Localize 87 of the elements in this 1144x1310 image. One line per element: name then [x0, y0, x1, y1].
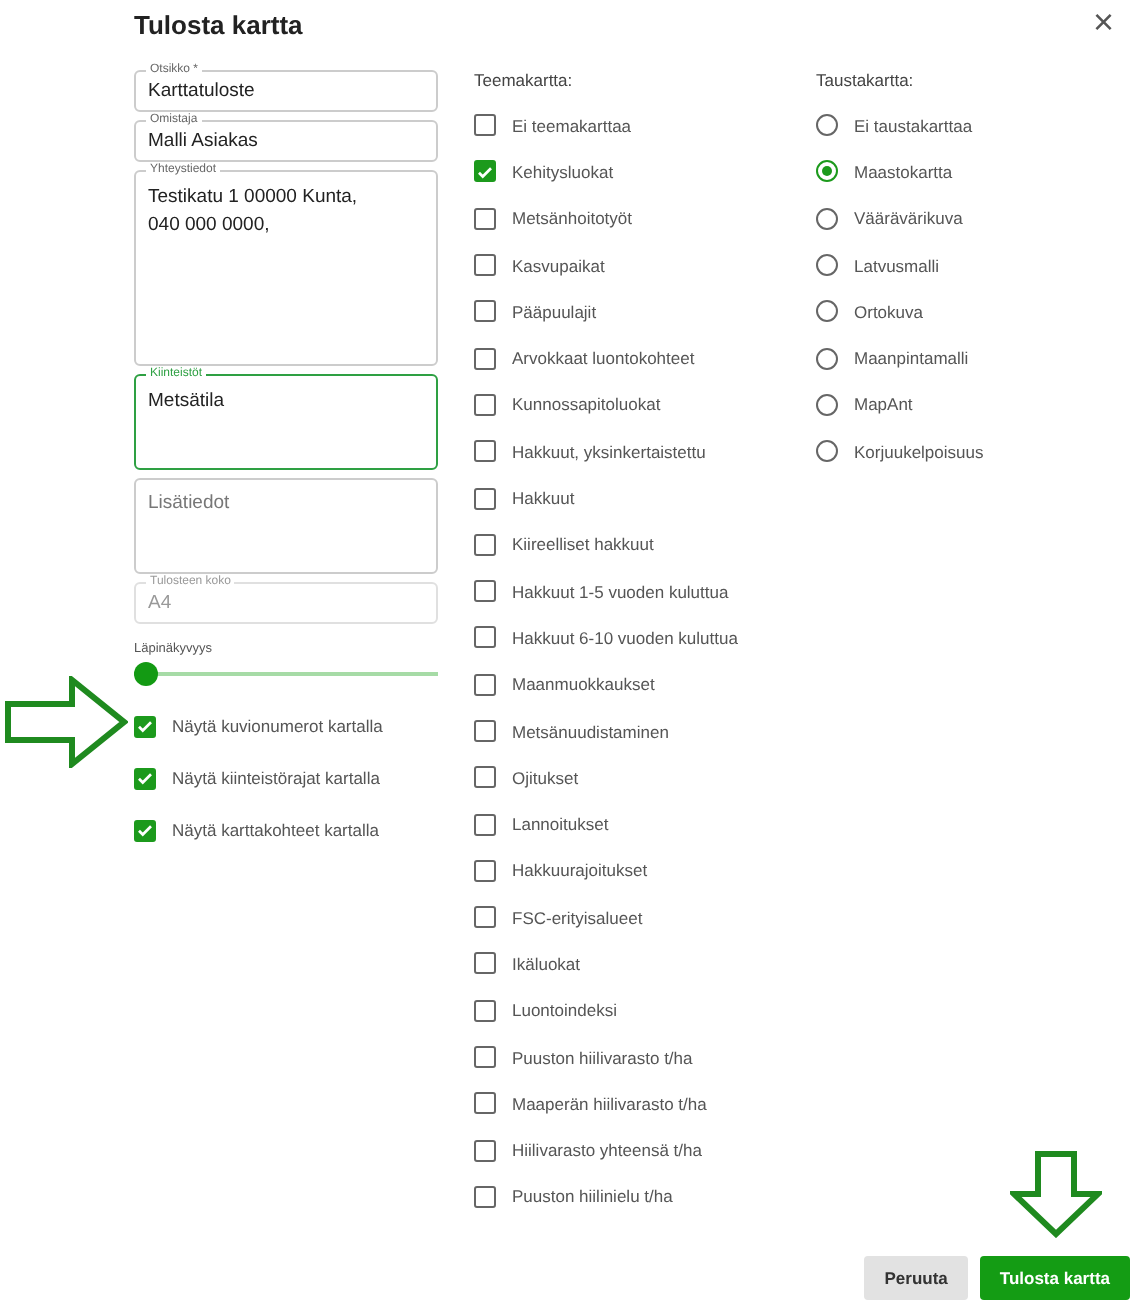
checkbox[interactable] — [134, 715, 156, 737]
checkbox-label: Ikäluokat — [512, 953, 581, 974]
checkbox-label: Kiireelliset hakkuut — [512, 534, 654, 555]
radio-label: Maanpintamalli — [854, 348, 969, 369]
text-field[interactable]: Lisätiedot — [134, 478, 438, 574]
radio-button[interactable] — [816, 160, 838, 183]
checkbox-label: Hakkuut 1-5 vuoden kuluttua — [512, 581, 729, 602]
checkbox[interactable] — [474, 207, 496, 230]
checkbox[interactable] — [474, 487, 496, 510]
checkbox-label: Ojitukset — [512, 767, 579, 788]
checkbox-label: FSC-erityisalueet — [512, 907, 643, 928]
checkbox[interactable] — [474, 1139, 496, 1162]
checkbox-label: Luontoindeksi — [512, 1000, 617, 1021]
field-placeholder: Lisätiedot — [148, 492, 230, 514]
slider[interactable] — [134, 662, 438, 686]
checkbox[interactable] — [474, 300, 496, 323]
radio-label: Ei taustakarttaa — [854, 115, 973, 136]
checkbox-label: Ei teemakarttaa — [512, 115, 632, 136]
checkbox-label: Näytä karttakohteet kartalla — [172, 820, 379, 840]
print-button[interactable]: Tulosta kartta — [979, 1256, 1130, 1300]
checkbox[interactable] — [474, 580, 496, 603]
checkbox-label: Kunnossapitoluokat — [512, 394, 661, 415]
cancel-button[interactable]: Peruuta — [864, 1256, 968, 1300]
slider-thumb[interactable] — [134, 662, 158, 686]
checkbox[interactable] — [474, 626, 496, 649]
checkbox-label: Maaperän hiilivarasto t/ha — [512, 1093, 707, 1114]
checkbox[interactable] — [474, 952, 496, 975]
radio-button[interactable] — [816, 440, 838, 463]
checkbox[interactable] — [474, 440, 496, 463]
radio-label: Maastokartta — [854, 161, 953, 182]
checkbox-label: Hiilivarasto yhteensä t/ha — [512, 1140, 702, 1161]
checkbox-label: Arvokkaat luontokohteet — [512, 348, 695, 369]
checkbox-label: Pääpuulajit — [512, 301, 597, 322]
checkbox[interactable] — [474, 160, 496, 183]
checkbox[interactable] — [474, 254, 496, 277]
section-heading: Teemakartta: — [474, 70, 575, 94]
checkbox[interactable] — [134, 819, 156, 841]
checkbox[interactable] — [474, 906, 496, 929]
field-value: Metsätila — [148, 388, 225, 416]
checkbox-label: Hakkuut — [512, 488, 575, 509]
checkbox-label: Hakkuurajoitukset — [512, 860, 648, 881]
checkbox-label: Puuston hiilinielu t/ha — [512, 1186, 673, 1207]
radio-label: Väärävärikuva — [854, 208, 963, 229]
radio-button[interactable] — [816, 347, 838, 370]
checkbox[interactable] — [474, 766, 496, 789]
checkbox-label: Näytä kiinteistörajat kartalla — [172, 768, 380, 788]
checkbox-label: Hakkuut 6-10 vuoden kuluttua — [512, 627, 738, 648]
radio-label: Korjuukelpoisuus — [854, 441, 984, 462]
radio-button[interactable] — [816, 207, 838, 230]
checkbox[interactable] — [474, 1046, 496, 1069]
radio-button[interactable] — [816, 300, 838, 323]
dialog-title: Tulosta kartta — [134, 8, 303, 40]
checkbox[interactable] — [474, 1185, 496, 1208]
checkbox[interactable] — [474, 673, 496, 696]
checkbox[interactable] — [474, 347, 496, 370]
field-value: A4 — [148, 589, 172, 617]
arrow-icon — [4, 676, 128, 768]
section-heading: Taustakartta: — [816, 70, 916, 94]
checkbox[interactable] — [474, 1092, 496, 1115]
checkbox-label: Näytä kuvionumerot kartalla — [172, 716, 383, 736]
checkbox[interactable] — [474, 114, 496, 137]
radio-label: Latvusmalli — [854, 255, 940, 276]
field-value: Karttatuloste — [148, 77, 255, 105]
checkbox[interactable] — [474, 393, 496, 416]
checkbox-label: Hakkuut, yksinkertaistettu — [512, 441, 706, 462]
radio-button[interactable] — [816, 254, 838, 277]
checkbox-label: Lannoitukset — [512, 814, 609, 835]
radio-label: Ortokuva — [854, 301, 923, 322]
radio-button[interactable] — [816, 393, 838, 416]
checkbox[interactable] — [134, 767, 156, 789]
radio-label: MapAnt — [854, 394, 913, 415]
field-value: Testikatu 1 00000 Kunta, 040 000 0000, — [148, 184, 358, 240]
arrow-icon — [1010, 1150, 1102, 1238]
checkbox-label: Puuston hiilivarasto t/ha — [512, 1047, 693, 1068]
checkbox-label: Metsänuudistaminen — [512, 721, 669, 741]
checkbox-label: Kasvupaikat — [512, 255, 605, 276]
checkbox-label: Kehitysluokat — [512, 161, 614, 182]
checkbox-label: Maanmuokkaukset — [512, 674, 655, 695]
checkbox[interactable] — [474, 813, 496, 836]
close-button[interactable]: × — [1092, 4, 1114, 40]
radio-button[interactable] — [816, 114, 838, 137]
checkbox-label: Metsänhoitotyöt — [512, 208, 633, 229]
checkbox[interactable] — [474, 720, 496, 742]
checkbox[interactable] — [474, 859, 496, 882]
field-value: Malli Asiakas — [148, 127, 258, 155]
checkbox[interactable] — [474, 999, 496, 1022]
checkbox[interactable] — [474, 533, 496, 556]
